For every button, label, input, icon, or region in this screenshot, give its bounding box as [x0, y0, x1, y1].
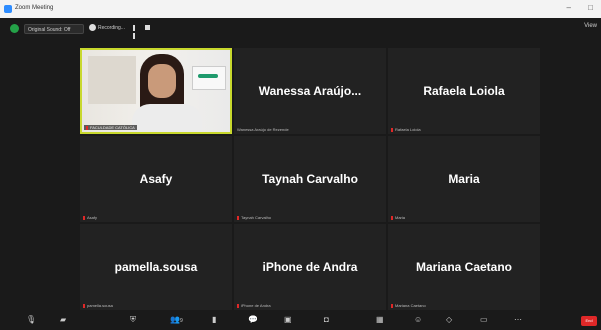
more-icon[interactable]: ⋯ — [514, 315, 522, 324]
participant-name: Maria — [448, 172, 480, 186]
original-sound-toggle[interactable]: Original Sound: Off — [24, 24, 84, 34]
zoom-icon — [4, 5, 12, 13]
meeting-toolbar: 🎙 ▰ ⛨ 👥9 ▮ 💬 ▣ ◘ ▦ ☺ ◇ ▭ ⋯ End — [0, 312, 601, 330]
participant-label: iPhone de Andra — [237, 303, 271, 308]
muted-mic-icon — [83, 303, 85, 308]
participant-name: Wanessa Araújo... — [258, 84, 362, 98]
video-camera-icon[interactable]: ▰ — [60, 315, 66, 324]
participants-icon[interactable]: 👥9 — [170, 315, 183, 324]
participant-label: Wanessa Araújo de Rezende — [237, 127, 289, 132]
participant-tile[interactable]: Mariana Caetano Mariana Caetano — [388, 224, 540, 310]
apps-icon[interactable]: ◇ — [446, 315, 452, 324]
chat-icon[interactable]: 💬 — [248, 315, 258, 324]
end-meeting-button[interactable]: End — [581, 316, 597, 326]
pause-recording-button[interactable] — [133, 25, 140, 39]
participant-tile[interactable]: Rafaela Loiola Rafaela Loiola — [388, 48, 540, 134]
participant-tile[interactable]: Wanessa Araújo... Wanessa Araújo de Reze… — [234, 48, 386, 134]
whiteboard-icon[interactable]: ▭ — [480, 315, 488, 324]
participant-tile[interactable]: pamella.sousa pamella.sousa — [80, 224, 232, 310]
mic-icon[interactable]: 🎙 — [26, 315, 36, 324]
muted-mic-icon — [391, 127, 393, 132]
view-button[interactable]: View — [584, 23, 597, 29]
security-shield-icon[interactable] — [10, 24, 19, 33]
maximize-button[interactable]: □ — [588, 3, 593, 12]
stop-recording-button[interactable] — [145, 25, 150, 30]
participant-label: FACULDADE CATÓLICA — [84, 125, 137, 130]
record-icon[interactable]: ◘ — [324, 315, 329, 324]
share-screen-icon[interactable]: ▣ — [284, 315, 292, 324]
participant-name: Rafaela Loiola — [423, 84, 505, 98]
muted-mic-icon — [83, 215, 85, 220]
window-title: Zoom Meeting — [15, 5, 54, 11]
minimize-button[interactable]: – — [567, 3, 571, 12]
participant-tile[interactable]: Taynah Carvalho Taynah Carvalho — [234, 136, 386, 222]
muted-mic-icon — [86, 125, 88, 130]
reactions-icon[interactable]: ☺ — [414, 315, 422, 324]
participant-label: Maria — [391, 215, 405, 220]
participant-name: Taynah Carvalho — [262, 172, 358, 186]
breakout-rooms-icon[interactable]: ▦ — [376, 315, 384, 324]
recording-status: Recording... — [98, 25, 125, 31]
security-icon[interactable]: ⛨ — [130, 315, 136, 325]
participant-name: Mariana Caetano — [415, 260, 513, 274]
participant-tile[interactable]: Asafy Asafy — [80, 136, 232, 222]
participant-label: Mariana Caetano — [391, 303, 426, 308]
participant-label: Taynah Carvalho — [237, 215, 271, 220]
muted-mic-icon — [237, 215, 239, 220]
window-titlebar: Zoom Meeting – □ — [0, 0, 601, 18]
recording-icon — [89, 24, 96, 31]
participant-name: pamella.sousa — [114, 260, 198, 274]
participant-video — [82, 50, 230, 132]
muted-mic-icon — [391, 303, 393, 308]
participant-tile[interactable]: iPhone de Andra iPhone de Andra — [234, 224, 386, 310]
polls-icon[interactable]: ▮ — [212, 315, 216, 324]
logo-poster — [198, 74, 218, 78]
participant-tile[interactable]: Maria Maria — [388, 136, 540, 222]
meeting-topbar: Original Sound: Off Recording... View — [0, 18, 601, 40]
participant-label: Asafy — [83, 215, 97, 220]
participant-name: iPhone de Andra — [262, 260, 358, 274]
muted-mic-icon — [237, 303, 239, 308]
participant-label: pamella.sousa — [83, 303, 113, 308]
participant-tile-active[interactable]: FACULDADE CATÓLICA — [80, 48, 232, 134]
participant-name: Asafy — [139, 172, 173, 186]
muted-mic-icon — [391, 215, 393, 220]
participant-label: Rafaela Loiola — [391, 127, 421, 132]
